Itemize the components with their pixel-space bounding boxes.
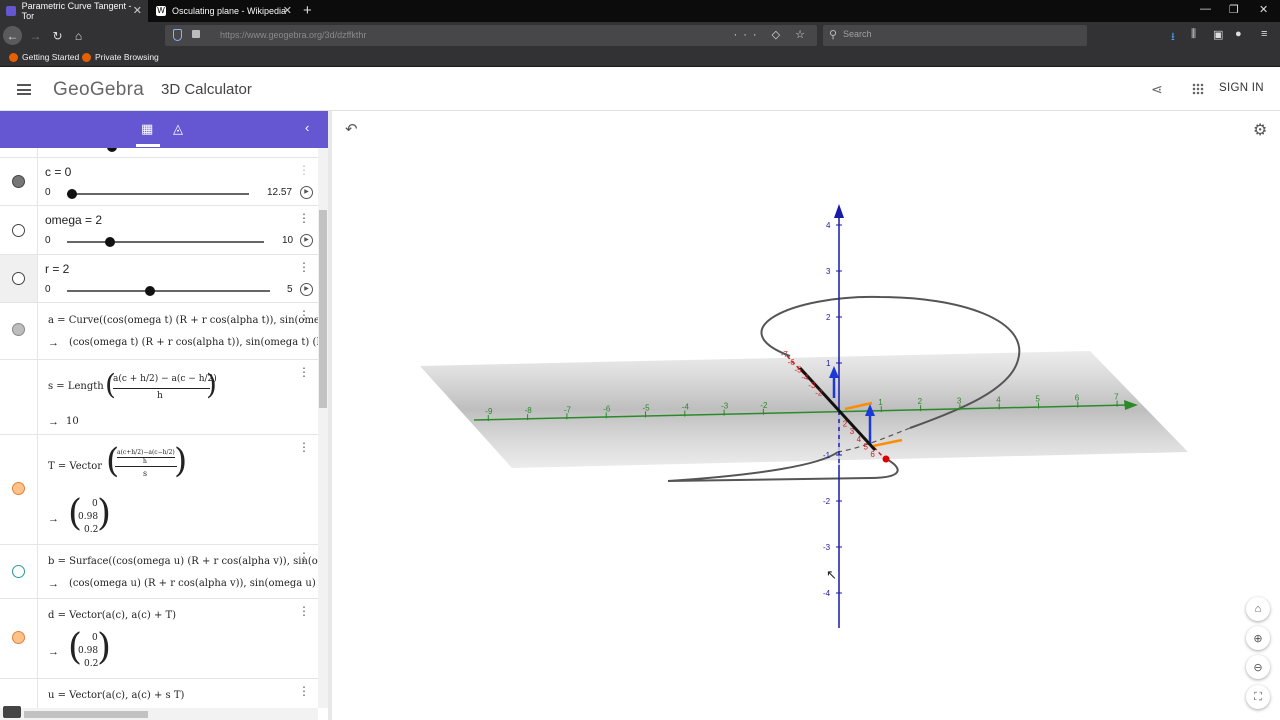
x-tick-label: 5: [864, 443, 869, 452]
y-tick-label: 3: [957, 396, 962, 405]
graphics-3d-canvas[interactable]: 4321-1-2-3-4-9 -8 -7 -6 -5 -4 -3 -2 1 2 3 4 5 6 7-7-6-…: [0, 0, 1280, 720]
fullscreen-icon[interactable]: ⛶: [1246, 685, 1270, 709]
point-a-c[interactable]: [882, 455, 890, 463]
z-tick-label: -1: [823, 451, 831, 460]
z-tick-label: -3: [823, 543, 831, 552]
y-tick-label: -5: [643, 404, 651, 413]
y-tick-label: -6: [603, 404, 611, 413]
x-tick-label: 3: [850, 427, 855, 436]
z-tick-label: 3: [826, 267, 831, 276]
undo-icon[interactable]: ↶: [345, 120, 358, 138]
y-tick-label: -9: [485, 407, 493, 416]
y-tick-label: -4: [682, 403, 690, 412]
y-tick-label: 1: [878, 398, 883, 407]
mouse-cursor-icon: ↖: [826, 567, 837, 582]
x-tick-label: 4: [857, 435, 862, 444]
z-tick-label: 4: [826, 221, 831, 230]
y-tick-label: 2: [918, 397, 923, 406]
x-tick-label: 2: [843, 419, 848, 428]
y-tick-label: -3: [721, 402, 729, 411]
z-tick-label: -2: [823, 497, 831, 506]
z-tick-label: 1: [826, 359, 831, 368]
z-axis-arrow: [834, 204, 844, 218]
osculating-plane[interactable]: [420, 351, 1188, 468]
z-tick-label: -4: [823, 589, 831, 598]
y-tick-label: 5: [1036, 395, 1041, 404]
zoom-out-icon[interactable]: ⊖: [1246, 655, 1270, 679]
y-tick-label: 4: [996, 395, 1001, 404]
x-tick-label: 6: [870, 450, 875, 459]
y-tick-label: -8: [525, 406, 533, 415]
y-tick-label: 6: [1075, 394, 1080, 403]
y-tick-label: 7: [1114, 393, 1119, 402]
zoom-in-icon[interactable]: ⊕: [1246, 626, 1270, 650]
z-tick-label: 2: [826, 313, 831, 322]
settings-gear-icon[interactable]: ⚙: [1253, 120, 1267, 140]
x-tick-label: -2: [815, 389, 823, 398]
y-tick-label: -2: [760, 401, 768, 410]
standard-view-home-icon[interactable]: ⌂: [1246, 597, 1270, 621]
y-tick-label: -7: [564, 405, 572, 414]
